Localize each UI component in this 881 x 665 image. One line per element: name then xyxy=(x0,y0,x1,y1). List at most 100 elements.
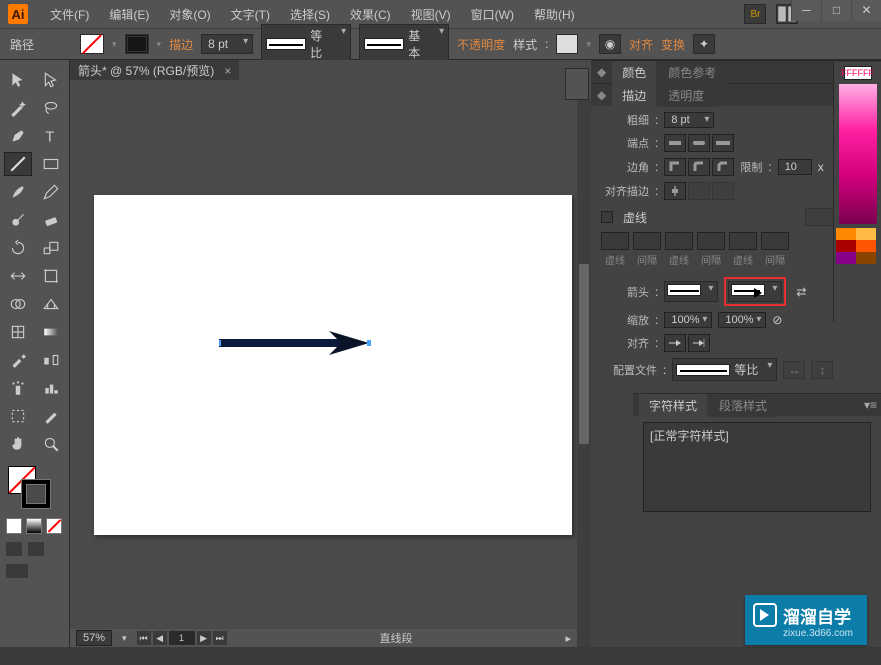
stroke-panel-tab[interactable]: 描边 xyxy=(612,84,656,107)
recolor-icon[interactable]: ◉ xyxy=(599,34,621,54)
free-transform-tool[interactable] xyxy=(37,264,65,288)
flip-along-icon[interactable]: ↔ xyxy=(783,361,805,379)
color-mode[interactable] xyxy=(6,518,22,534)
blend-tool[interactable] xyxy=(37,348,65,372)
direct-selection-tool[interactable] xyxy=(37,68,65,92)
menu-edit[interactable]: 编辑(E) xyxy=(99,6,159,23)
cap-square[interactable] xyxy=(712,134,734,152)
stroke-weight-input[interactable]: 8 pt xyxy=(664,112,714,128)
rotate-tool[interactable] xyxy=(4,236,32,260)
window-close[interactable]: ✕ xyxy=(851,0,881,21)
mesh-tool[interactable] xyxy=(4,320,32,344)
lasso-tool[interactable] xyxy=(37,96,65,120)
transparency-tab[interactable]: 透明度 xyxy=(658,84,714,107)
gradient-mode[interactable] xyxy=(26,518,42,534)
corner-miter[interactable] xyxy=(664,158,686,176)
align-inside[interactable] xyxy=(688,182,710,200)
zoom-level[interactable]: 57% xyxy=(76,630,112,646)
dash-1[interactable] xyxy=(601,232,629,250)
artboard-nav[interactable]: ⏮◀ 1 ▶⏭ xyxy=(137,631,227,645)
fill-stroke-indicator[interactable] xyxy=(6,464,63,508)
close-tab-icon[interactable]: × xyxy=(224,64,231,78)
gap-3[interactable] xyxy=(761,232,789,250)
draw-behind[interactable] xyxy=(28,542,44,556)
menu-select[interactable]: 选择(S) xyxy=(280,6,340,23)
magic-wand-tool[interactable] xyxy=(4,96,32,120)
arrow-path[interactable] xyxy=(219,331,379,361)
menu-window[interactable]: 窗口(W) xyxy=(461,6,524,23)
window-maximize[interactable]: □ xyxy=(821,0,851,21)
align-label[interactable]: 对齐 xyxy=(629,36,653,53)
swatch-grid[interactable] xyxy=(836,228,880,264)
pen-tool[interactable] xyxy=(4,124,32,148)
menu-view[interactable]: 视图(V) xyxy=(401,6,461,23)
zoom-tool[interactable] xyxy=(37,432,65,456)
link-scale-icon[interactable]: ⊘ xyxy=(772,313,782,327)
opacity-label[interactable]: 不透明度 xyxy=(457,36,505,53)
char-styles-tab[interactable]: 字符样式 xyxy=(639,394,707,417)
document-tab[interactable]: 箭头* @ 57% (RGB/预览)× xyxy=(70,60,239,80)
arrow-start[interactable] xyxy=(664,281,718,302)
arrow-scale-end[interactable]: 100% xyxy=(718,312,766,328)
draw-normal[interactable] xyxy=(6,542,22,556)
char-style-list[interactable]: [正常字符样式] xyxy=(643,422,871,512)
gap-1[interactable] xyxy=(633,232,661,250)
fill-dropdown[interactable]: ▾ xyxy=(112,39,117,50)
type-tool[interactable]: T xyxy=(37,124,65,148)
canvas[interactable]: 57%▾ ⏮◀ 1 ▶⏭ 直线段 ▸ xyxy=(70,80,591,647)
panel-menu-icon[interactable]: ▾≡ xyxy=(864,398,877,412)
arrow-align-tip[interactable] xyxy=(688,334,710,352)
fill-swatch[interactable] xyxy=(80,34,104,54)
arrow-align-extend[interactable] xyxy=(664,334,686,352)
arrow-scale-start[interactable]: 100% xyxy=(664,312,712,328)
menu-type[interactable]: 文字(T) xyxy=(221,6,280,23)
corner-bevel[interactable] xyxy=(712,158,734,176)
para-styles-tab[interactable]: 段落样式 xyxy=(709,394,777,417)
char-style-item[interactable]: [正常字符样式] xyxy=(650,427,864,444)
hex-readout[interactable]: FFFFFF xyxy=(844,66,872,80)
vertical-scrollbar[interactable] xyxy=(577,100,591,647)
collapsed-panel-icon[interactable] xyxy=(565,68,589,100)
menu-file[interactable]: 文件(F) xyxy=(40,6,99,23)
menu-effect[interactable]: 效果(C) xyxy=(340,6,401,23)
stroke-dropdown[interactable]: ▾ xyxy=(157,39,162,50)
gap-2[interactable] xyxy=(697,232,725,250)
gradient-tool[interactable] xyxy=(37,320,65,344)
none-mode[interactable] xyxy=(46,518,62,534)
window-minimize[interactable]: ─ xyxy=(791,0,821,21)
dash-3[interactable] xyxy=(729,232,757,250)
transform-label[interactable]: 变换 xyxy=(661,36,685,53)
cap-round[interactable] xyxy=(688,134,710,152)
rectangle-tool[interactable] xyxy=(37,152,65,176)
cap-butt[interactable] xyxy=(664,134,686,152)
menu-help[interactable]: 帮助(H) xyxy=(524,6,585,23)
screen-mode[interactable] xyxy=(6,564,28,578)
width-tool[interactable] xyxy=(4,264,32,288)
artboard-tool[interactable] xyxy=(4,404,32,428)
bridge-icon[interactable]: Br xyxy=(744,4,766,24)
swap-arrows-icon[interactable]: ⇄ xyxy=(792,283,810,301)
menu-object[interactable]: 对象(O) xyxy=(159,6,220,23)
align-center[interactable] xyxy=(664,182,686,200)
stroke-label[interactable]: 描边 xyxy=(169,36,193,53)
eyedropper-tool[interactable] xyxy=(4,348,32,372)
arrow-end[interactable] xyxy=(728,281,782,302)
selection-tool[interactable] xyxy=(4,68,32,92)
dash-preserve[interactable] xyxy=(805,208,835,226)
dash-2[interactable] xyxy=(665,232,693,250)
paintbrush-tool[interactable] xyxy=(4,180,32,204)
graph-tool[interactable] xyxy=(37,376,65,400)
stroke-weight-field[interactable]: 8 pt xyxy=(201,34,253,54)
miter-limit-input[interactable]: 10 xyxy=(778,159,812,175)
color-guide-tab[interactable]: 颜色参考 xyxy=(658,61,726,84)
blob-brush-tool[interactable] xyxy=(4,208,32,232)
perspective-tool[interactable] xyxy=(37,292,65,316)
stroke-swatch[interactable] xyxy=(125,34,149,54)
align-outside[interactable] xyxy=(712,182,734,200)
isolate-icon[interactable]: ✦ xyxy=(693,34,715,54)
flip-across-icon[interactable]: ↕ xyxy=(811,361,833,379)
scale-tool[interactable] xyxy=(37,236,65,260)
color-panel-tab[interactable]: 颜色 xyxy=(612,61,656,84)
symbol-sprayer-tool[interactable] xyxy=(4,376,32,400)
profile-dropdown[interactable]: 等比 xyxy=(261,24,351,64)
